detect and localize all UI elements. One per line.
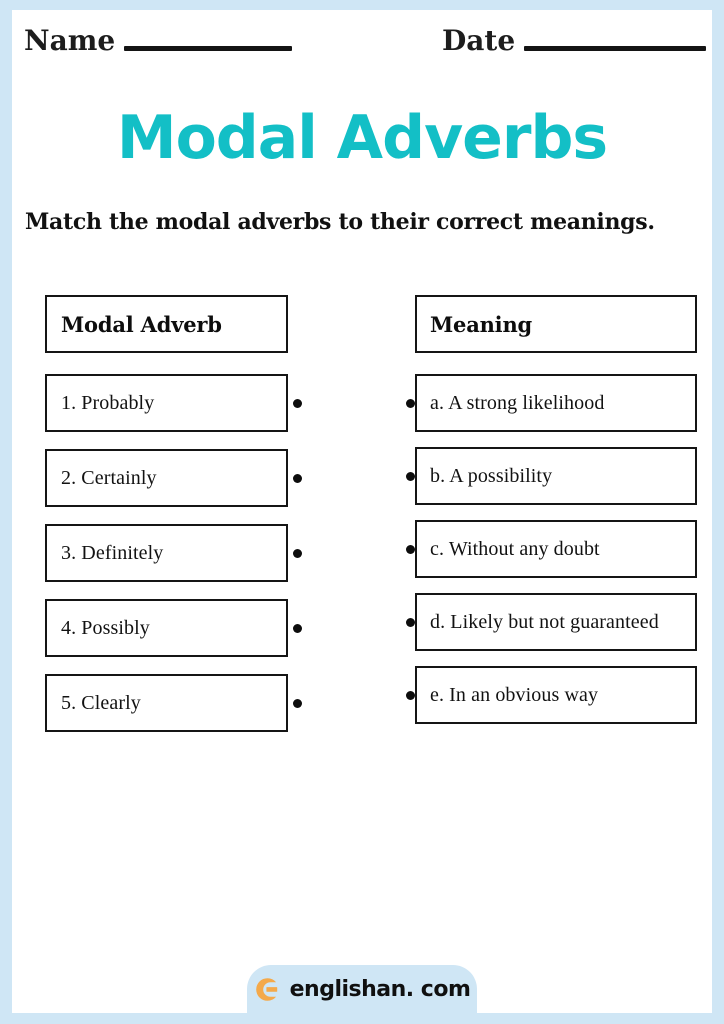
- match-dot-left-2[interactable]: [293, 474, 302, 483]
- list-item: 2. Certainly: [33, 449, 302, 509]
- meaning-box-d[interactable]: d. Likely but not guaranteed: [415, 593, 697, 651]
- match-dot-left-4[interactable]: [293, 624, 302, 633]
- meaning-label-a: a. A strong likelihood: [430, 391, 605, 414]
- modal-adverb-box-3[interactable]: 3. Definitely: [45, 524, 288, 582]
- list-item: e. In an obvious way: [391, 666, 697, 726]
- meaning-box-e[interactable]: e. In an obvious way: [415, 666, 697, 724]
- modal-adverb-box-1[interactable]: 1. Probably: [45, 374, 288, 432]
- modal-adverb-header-label: Modal Adverb: [61, 311, 222, 337]
- list-item: 4. Possibly: [33, 599, 302, 659]
- modal-adverb-label-5: 5. Clearly: [61, 691, 141, 714]
- list-item: 5. Clearly: [33, 674, 302, 734]
- name-date-row: Name Date: [12, 10, 712, 74]
- worksheet-page: Name Date Modal Adverbs Match the modal …: [12, 10, 712, 1013]
- match-dot-right-a[interactable]: [406, 399, 415, 408]
- modal-adverb-box-4[interactable]: 4. Possibly: [45, 599, 288, 657]
- modal-adverb-label-2: 2. Certainly: [61, 466, 157, 489]
- name-label: Name: [24, 24, 116, 57]
- englishan-c-logo-icon: [254, 976, 281, 1003]
- match-dot-right-b[interactable]: [406, 472, 415, 481]
- meaning-box-a[interactable]: a. A strong likelihood: [415, 374, 697, 432]
- meaning-box-b[interactable]: b. A possibility: [415, 447, 697, 505]
- worksheet-title: Modal Adverbs: [116, 103, 608, 173]
- instruction-text: Match the modal adverbs to their correct…: [25, 209, 655, 235]
- column-header-row-right: Meaning: [391, 295, 697, 355]
- footer-brand-bar: englishan. com: [247, 965, 477, 1014]
- meaning-header-label: Meaning: [430, 311, 533, 337]
- meaning-label-d: d. Likely but not guaranteed: [430, 610, 659, 633]
- name-field-group: Name: [24, 24, 293, 57]
- name-write-line[interactable]: [124, 46, 293, 51]
- modal-adverb-column: Modal Adverb 1. Probably 2. Certainly 3.…: [33, 295, 302, 749]
- meaning-box-c[interactable]: c. Without any doubt: [415, 520, 697, 578]
- meaning-header-box: Meaning: [415, 295, 697, 353]
- list-item: 3. Definitely: [33, 524, 302, 584]
- date-write-line[interactable]: [524, 46, 707, 51]
- modal-adverb-header-box: Modal Adverb: [45, 295, 288, 353]
- match-dot-right-d[interactable]: [406, 618, 415, 627]
- meaning-label-c: c. Without any doubt: [430, 537, 600, 560]
- column-header-row-left: Modal Adverb: [33, 295, 295, 355]
- match-dot-left-5[interactable]: [293, 699, 302, 708]
- meaning-label-b: b. A possibility: [430, 464, 553, 487]
- match-dot-left-1[interactable]: [293, 399, 302, 408]
- meaning-column: Meaning a. A strong likelihood b. A poss…: [391, 295, 697, 739]
- list-item: c. Without any doubt: [391, 520, 697, 580]
- date-label: Date: [442, 24, 516, 57]
- modal-adverb-box-2[interactable]: 2. Certainly: [45, 449, 288, 507]
- list-item: a. A strong likelihood: [391, 374, 697, 434]
- modal-adverb-label-3: 3. Definitely: [61, 541, 164, 564]
- date-field-group: Date: [442, 24, 707, 57]
- modal-adverb-box-5[interactable]: 5. Clearly: [45, 674, 288, 732]
- match-dot-left-3[interactable]: [293, 549, 302, 558]
- list-item: 1. Probably: [33, 374, 302, 434]
- modal-adverb-label-4: 4. Possibly: [61, 616, 150, 639]
- meaning-label-e: e. In an obvious way: [430, 683, 599, 706]
- modal-adverb-label-1: 1. Probably: [61, 391, 155, 414]
- list-item: b. A possibility: [391, 447, 697, 507]
- list-item: d. Likely but not guaranteed: [391, 593, 697, 653]
- match-dot-right-c[interactable]: [406, 545, 415, 554]
- brand-name: englishan. com: [289, 977, 471, 1002]
- match-dot-right-e[interactable]: [406, 691, 415, 700]
- matching-exercise: Modal Adverb 1. Probably 2. Certainly 3.…: [12, 295, 712, 765]
